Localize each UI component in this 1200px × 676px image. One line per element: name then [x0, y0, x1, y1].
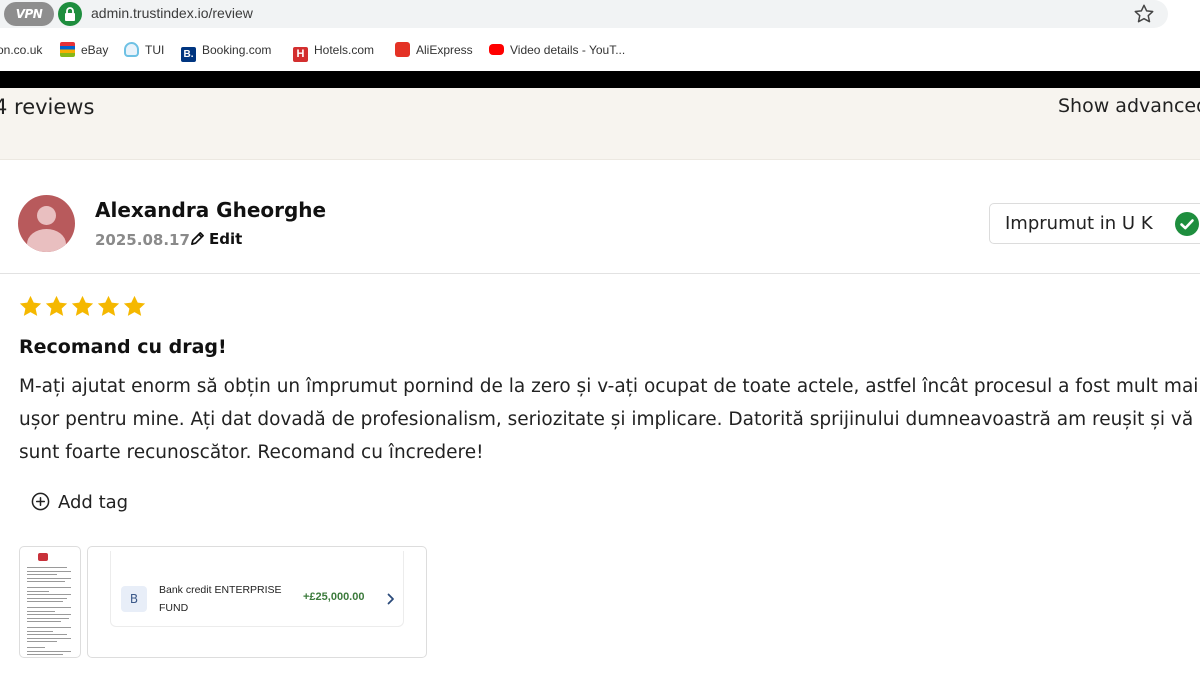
document-text-line [27, 627, 71, 628]
document-text-line [27, 607, 71, 608]
add-tag-button[interactable]: Add tag [31, 492, 128, 513]
document-text-line [27, 594, 71, 595]
bookmark-youtube[interactable]: Video details - YouT... [489, 41, 625, 59]
bank-avatar: B [121, 586, 147, 612]
document-text-line [27, 621, 61, 622]
bank-transaction-amount: +£25,000.00 [303, 591, 365, 603]
review-date: 2025.08.17 [95, 231, 190, 249]
review-text: M-ați ajutat enorm să obțin un împrumut … [19, 376, 1199, 463]
document-text-line [27, 634, 67, 635]
bookmark-booking[interactable]: B. Booking.com [181, 41, 272, 62]
document-text-line [27, 650, 71, 652]
document-text-line [27, 614, 71, 615]
star-icon [123, 295, 146, 316]
browser-address-row: VPN admin.trustindex.io/review [0, 0, 1200, 30]
document-text-line [27, 577, 71, 579]
source-badge[interactable]: Imprumut in U K [989, 203, 1200, 244]
top-nav-bar [0, 71, 1200, 88]
star-rating [18, 294, 148, 320]
bank-transaction-name: Bank credit ENTERPRISE FUND [159, 584, 282, 614]
plus-circle-icon [31, 492, 50, 511]
add-tag-label: Add tag [58, 492, 129, 513]
bookmark-tui[interactable]: TUI [124, 41, 164, 59]
avatar [18, 195, 75, 252]
document-text-line [27, 581, 65, 582]
attachment-document-thumbnail[interactable] [19, 546, 81, 658]
booking-icon: B. [181, 47, 196, 62]
document-text-line [27, 601, 63, 602]
star-icon [97, 295, 120, 316]
bookmark-ebay[interactable]: eBay [60, 41, 108, 59]
bookmark-aliexpress[interactable]: AliExpress [395, 41, 473, 59]
bookmark-label: Hotels.com [314, 43, 375, 57]
vpn-button[interactable]: VPN [4, 2, 54, 26]
star-icon [71, 295, 94, 316]
show-advanced-button[interactable]: Show advanced [1058, 95, 1200, 117]
document-text-line [27, 654, 63, 655]
source-label: Imprumut in U K [1005, 213, 1153, 234]
attachment-bank-thumbnail[interactable]: B Bank credit ENTERPRISE FUND +£25,000.0… [87, 546, 427, 658]
tui-icon [124, 42, 139, 57]
document-text-line [27, 617, 69, 619]
document-text-line [27, 610, 55, 612]
document-text-line [27, 597, 67, 599]
bookmark-amazon[interactable]: on.co.uk [0, 41, 42, 59]
document-text-line [27, 587, 71, 588]
edit-label: Edit [209, 230, 243, 248]
star-icon [45, 295, 68, 316]
document-text-line [27, 637, 71, 639]
bookmark-label: Booking.com [202, 43, 272, 57]
ebay-icon [60, 42, 75, 57]
bookmark-label: TUI [145, 43, 165, 57]
verified-check-icon [1175, 212, 1199, 236]
reviewer-name: Alexandra Gheorghe [95, 198, 327, 222]
document-text-line [27, 570, 71, 572]
document-logo-icon [38, 553, 48, 561]
bookmarks-bar: on.co.uk eBay TUI B. Booking.com H Hotels.… [0, 36, 1200, 64]
bookmark-label: Video details - YouT... [510, 43, 626, 57]
bookmark-label: on.co.uk [0, 43, 43, 57]
bookmark-label: eBay [81, 43, 109, 57]
document-text-line [27, 590, 49, 592]
edit-button[interactable]: Edit [190, 230, 242, 248]
hotels-icon: H [293, 47, 308, 62]
bank-transaction-row: B Bank credit ENTERPRISE FUND +£25,000.0… [110, 551, 404, 627]
bookmark-star-icon[interactable] [1133, 3, 1155, 25]
youtube-icon [489, 44, 504, 55]
reviews-header: 4 reviews Show advanced [0, 88, 1200, 160]
document-text-line [27, 567, 67, 568]
document-text-line [27, 647, 45, 648]
bookmark-label: AliExpress [416, 43, 473, 57]
document-text-line [27, 641, 57, 642]
bookmark-hotels[interactable]: H Hotels.com [293, 41, 375, 62]
lock-icon[interactable] [58, 2, 82, 26]
address-bar[interactable]: VPN admin.trustindex.io/review [0, 0, 1168, 28]
reviews-count: 4 reviews [0, 95, 95, 119]
document-text-line [27, 574, 57, 575]
aliexpress-icon [395, 42, 410, 57]
pencil-icon [191, 232, 204, 245]
star-icon [19, 295, 42, 316]
document-text-line [27, 630, 53, 632]
url-text[interactable]: admin.trustindex.io/review [91, 5, 253, 21]
chevron-right-icon [387, 593, 394, 605]
review-title: Recomand cu drag! [19, 336, 227, 358]
card-divider [0, 273, 1200, 274]
